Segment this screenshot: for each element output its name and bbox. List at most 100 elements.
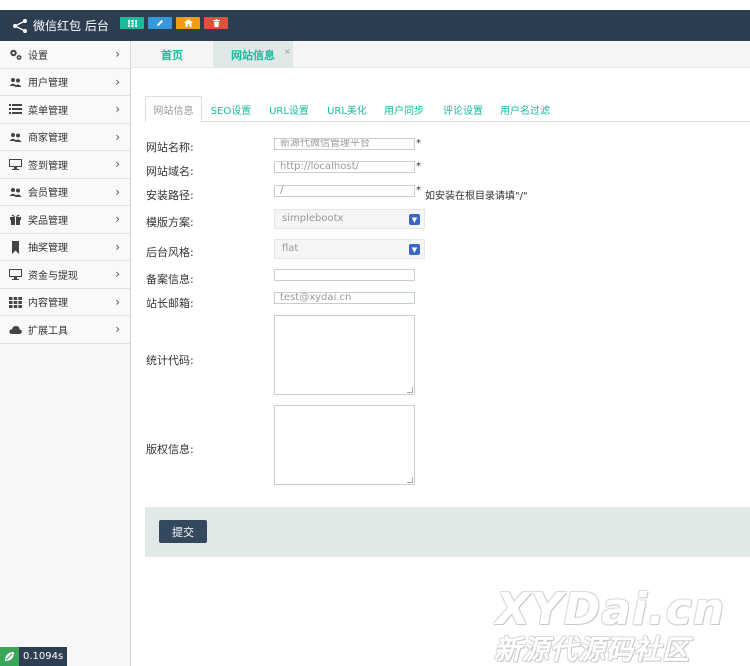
form-actions: 提交 bbox=[145, 507, 750, 557]
install-path-hint: 如安装在根目录请填"/" bbox=[425, 191, 528, 202]
page-timer: 0.1094s bbox=[0, 647, 68, 666]
grid-icon bbox=[127, 19, 137, 27]
sidebar-item-users[interactable]: 用户管理 › bbox=[0, 68, 130, 96]
tab-user-sync[interactable]: 用户同步 bbox=[378, 96, 430, 122]
required-mark: * bbox=[416, 161, 421, 172]
stats-code-label: 统计代码: bbox=[146, 354, 194, 367]
sidebar-item-label: 签到管理 bbox=[28, 160, 68, 172]
copyright-label: 版权信息: bbox=[146, 443, 194, 456]
site-domain-input[interactable]: http://localhost/ bbox=[274, 161, 415, 173]
site-name-input[interactable]: 新源代微信管理平台 bbox=[274, 138, 415, 150]
close-tab-icon[interactable]: × bbox=[284, 47, 291, 56]
sidebar-item-label: 内容管理 bbox=[28, 298, 68, 310]
sidebar-item-prizes[interactable]: 奖品管理 › bbox=[0, 206, 130, 234]
resize-grip-icon[interactable] bbox=[407, 477, 413, 483]
sidebar-item-label: 资金与提现 bbox=[28, 270, 78, 282]
site-domain-label: 网站域名: bbox=[146, 165, 194, 178]
install-path-input[interactable]: / bbox=[274, 185, 415, 197]
tab-site-info[interactable]: 网站信息 bbox=[213, 41, 293, 68]
top-navbar: 微信红包 后台 bbox=[0, 10, 750, 41]
content-tabbar: 首页 网站信息 bbox=[131, 41, 750, 68]
sidebar-item-members[interactable]: 会员管理 › bbox=[0, 178, 130, 206]
sidebar-item-label: 用户管理 bbox=[28, 78, 68, 90]
sidebar-item-settings[interactable]: 设置 › bbox=[0, 41, 130, 69]
tab-url-rewrite[interactable]: URL美化 bbox=[321, 96, 373, 122]
delete-button[interactable] bbox=[204, 17, 228, 29]
site-name-label: 网站名称: bbox=[146, 141, 194, 154]
home-icon bbox=[183, 19, 193, 27]
template-select[interactable]: simplebootx ▼ bbox=[274, 209, 425, 229]
admin-style-select[interactable]: flat ▼ bbox=[274, 239, 425, 259]
quick-buttons bbox=[120, 17, 228, 29]
sidebar-item-extensions[interactable]: 扩展工具 › bbox=[0, 316, 130, 344]
email-input[interactable]: test@xydai.cn bbox=[274, 292, 415, 304]
submit-button[interactable]: 提交 bbox=[159, 520, 207, 543]
sidebar-item-merchants[interactable]: 商家管理 › bbox=[0, 123, 130, 151]
sidebar-item-checkin[interactable]: 签到管理 › bbox=[0, 151, 130, 179]
stats-code-textarea[interactable] bbox=[274, 315, 415, 395]
users-icon bbox=[9, 187, 22, 197]
gears-icon bbox=[10, 49, 22, 60]
tab-site-info-inner[interactable]: 网站信息 bbox=[145, 96, 202, 123]
sidebar: 设置 › 用户管理 › 菜单管理 › 商家管理 › 签到管理 › 会员管理 › … bbox=[0, 41, 131, 666]
template-select-value: simplebootx bbox=[282, 213, 344, 224]
sidebar-item-label: 抽奖管理 bbox=[28, 243, 68, 255]
sidebar-item-label: 奖品管理 bbox=[28, 215, 68, 227]
chevron-right-icon: › bbox=[115, 212, 120, 226]
resize-grip-icon[interactable] bbox=[407, 387, 413, 393]
list-icon bbox=[9, 104, 22, 114]
sidebar-item-lottery[interactable]: 抽奖管理 › bbox=[0, 233, 130, 261]
icp-input[interactable] bbox=[274, 269, 415, 281]
tab-seo[interactable]: SEO设置 bbox=[205, 96, 257, 122]
home-button[interactable] bbox=[176, 17, 200, 29]
sidebar-item-label: 商家管理 bbox=[28, 133, 68, 145]
sidebar-item-label: 扩展工具 bbox=[28, 325, 68, 337]
brand-title: 微信红包 后台 bbox=[33, 19, 109, 33]
sidebar-item-content[interactable]: 内容管理 › bbox=[0, 288, 130, 316]
sidebar-item-menus[interactable]: 菜单管理 › bbox=[0, 96, 130, 124]
chevron-right-icon: › bbox=[115, 184, 120, 199]
template-label: 模版方案: bbox=[146, 216, 194, 229]
chevron-down-icon: ▼ bbox=[409, 214, 420, 225]
monitor-icon bbox=[9, 159, 22, 170]
required-mark: * bbox=[416, 138, 421, 149]
watermark-line2: 新源代源码社区 bbox=[494, 635, 690, 666]
settings-tabs: 网站信息 SEO设置 URL设置 URL美化 用户同步 评论设置 用户名过滤 bbox=[145, 96, 750, 123]
trash-icon bbox=[212, 19, 220, 27]
sidebar-item-funds[interactable]: 资金与提现 › bbox=[0, 261, 130, 289]
grid-button[interactable] bbox=[120, 17, 144, 29]
sidebar-item-label: 设置 bbox=[28, 50, 48, 62]
email-label: 站长邮箱: bbox=[146, 297, 194, 310]
chevron-right-icon: › bbox=[115, 74, 120, 89]
chevron-right-icon: › bbox=[115, 322, 120, 336]
admin-style-label: 后台风格: bbox=[146, 246, 194, 259]
install-path-label: 安装路径: bbox=[146, 189, 194, 202]
copyright-textarea[interactable] bbox=[274, 405, 415, 485]
chevron-right-icon: › bbox=[115, 129, 120, 144]
cloud-icon bbox=[9, 326, 22, 334]
monitor-icon bbox=[9, 269, 22, 280]
tab-comments[interactable]: 评论设置 bbox=[437, 96, 489, 122]
brand[interactable]: 微信红包 后台 bbox=[12, 10, 109, 41]
tab-url[interactable]: URL设置 bbox=[263, 96, 315, 122]
required-mark: * bbox=[416, 185, 421, 196]
top-strip bbox=[0, 0, 750, 10]
timer-text: 0.1094s bbox=[23, 651, 64, 662]
gift-icon bbox=[10, 214, 21, 225]
admin-style-select-value: flat bbox=[282, 243, 299, 254]
bookmark-icon bbox=[12, 240, 19, 254]
share-nodes-icon bbox=[13, 18, 27, 33]
chevron-right-icon: › bbox=[115, 294, 120, 309]
sidebar-item-label: 菜单管理 bbox=[28, 105, 68, 117]
chevron-right-icon: › bbox=[115, 102, 120, 116]
chevron-right-icon: › bbox=[115, 47, 120, 61]
chevron-right-icon: › bbox=[115, 157, 120, 171]
grid-icon bbox=[9, 296, 22, 308]
pencil-icon bbox=[157, 20, 163, 26]
users-icon bbox=[9, 132, 22, 142]
sidebar-item-label: 会员管理 bbox=[28, 188, 68, 200]
tab-username-filter[interactable]: 用户名过滤 bbox=[495, 96, 555, 122]
leaf-logo-icon bbox=[0, 647, 19, 666]
tab-home[interactable]: 首页 bbox=[131, 41, 213, 68]
edit-button[interactable] bbox=[148, 17, 172, 29]
